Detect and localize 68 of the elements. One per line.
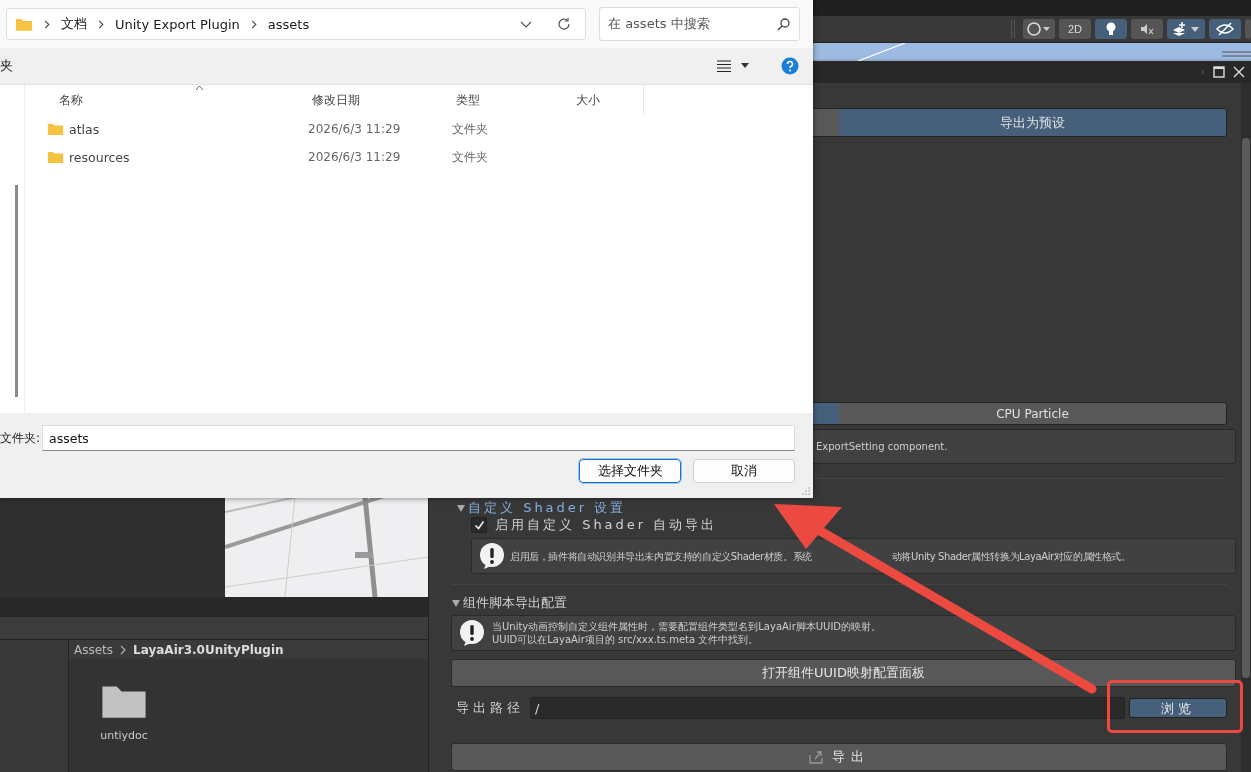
search-field[interactable]: 在 assets 中搜索: [599, 7, 800, 41]
dialog-button[interactable]: 取消: [693, 459, 795, 483]
toolbar-button[interactable]: [1209, 19, 1241, 39]
warning-icon: [458, 619, 486, 647]
breadcrumb-item[interactable]: Unity Export Plugin: [115, 16, 240, 32]
breadcrumb-item[interactable]: Assets: [74, 642, 114, 657]
table-cell-text: 2026/6/3 11:29: [307, 150, 402, 164]
chevron-right-icon: [119, 644, 128, 655]
help-icon[interactable]: [781, 57, 799, 75]
file-row[interactable]: atlas 2026/6/3 11:29 文件夹: [47, 115, 813, 143]
chevron-right-icon: [97, 19, 105, 29]
resize-grip-icon[interactable]: [802, 487, 810, 495]
file-name: atlas: [69, 121, 100, 137]
table-cell-text: 2026/6/3 11:29: [307, 122, 402, 136]
toolbar-button[interactable]: [1167, 19, 1205, 39]
breadcrumb-item[interactable]: assets: [267, 16, 310, 32]
help-text: 当Unity动画控制自定义组件属性时，需要配置组件类型名到LayaAir脚本UUID的映射。 UUID可以在LayaAir项目的 src/xxx.ts.meta 文件中找到。: [492, 620, 882, 646]
foldout-triangle-icon[interactable]: [456, 503, 466, 513]
layers-sparkle-icon: [1171, 21, 1201, 37]
checkmark-icon: [473, 519, 485, 531]
scrollbar-thumb[interactable]: [15, 185, 18, 397]
list-view-icon[interactable]: [717, 60, 731, 72]
maximize-icon[interactable]: [1213, 66, 1225, 78]
chevron-right-icon: [249, 19, 258, 29]
warning-icon: [478, 542, 506, 570]
toolbar-label[interactable]: 夹: [0, 57, 13, 75]
file-name: resources: [69, 149, 130, 165]
chevron-right-icon: [43, 19, 51, 29]
field-label: 文件夹:: [0, 429, 41, 447]
table-cell-text: 文件夹: [451, 148, 489, 166]
browse-button[interactable]: 浏览: [1129, 698, 1227, 718]
refresh-icon[interactable]: [557, 17, 571, 31]
scrollbar-thumb[interactable]: [1242, 138, 1250, 678]
sort-caret-icon: [195, 85, 204, 91]
section-header[interactable]: 组件脚本导出配置: [463, 594, 567, 612]
close-icon[interactable]: [1233, 66, 1245, 78]
shading-icon: [1027, 21, 1051, 37]
breadcrumb-item[interactable]: LayaAir3.0UnityPlugin: [133, 642, 284, 657]
tab[interactable]: CPU Particle: [839, 403, 1226, 424]
toolbar-button[interactable]: [1023, 19, 1055, 39]
folder-field[interactable]: assets: [42, 425, 795, 451]
export-icon: [808, 749, 824, 765]
table-cell-text: 文件夹: [451, 120, 489, 138]
hidden-eye-icon: [1215, 21, 1235, 37]
folder-icon: [47, 150, 64, 164]
tab[interactable]: 导出为预设: [839, 109, 1226, 136]
folder-icon: [47, 122, 64, 136]
caret-icon[interactable]: [741, 63, 749, 69]
checkbox[interactable]: [471, 517, 487, 533]
search-icon[interactable]: [777, 17, 791, 31]
help-text: ExportSetting component.: [816, 440, 948, 453]
toolbar-button[interactable]: [1131, 19, 1163, 39]
breadcrumb-item[interactable]: 文档: [61, 15, 87, 33]
export-button[interactable]: 导出: [451, 743, 1227, 771]
section-header[interactable]: 自定义 Shader 设置: [468, 499, 627, 517]
open-panel-button[interactable]: 打开组件UUID映射配置面板: [451, 659, 1236, 687]
path-field[interactable]: /: [530, 697, 1125, 719]
checkbox-label[interactable]: 启用自定义 Shader 自动导出: [495, 516, 718, 534]
view-mode-button[interactable]: 2D: [1059, 19, 1091, 39]
help-text: 动将Unity Shader属性转换为LayaAir对应的属性格式。: [891, 549, 1131, 563]
dialog-button[interactable]: 选择文件夹: [579, 459, 681, 483]
folder-name[interactable]: untiydoc: [100, 729, 148, 742]
file-row[interactable]: resources 2026/6/3 11:29 文件夹: [47, 143, 813, 171]
toolbar-button[interactable]: [1095, 19, 1127, 39]
field-label: 导出路径: [456, 699, 524, 717]
help-text: 启用后，插件将自动识别并导出未内置支持的自定义Shader材质。系统: [510, 549, 812, 563]
address-bar[interactable]: 文档 Unity Export Plugin assets: [6, 8, 586, 40]
foldout-triangle-icon[interactable]: [451, 598, 461, 608]
